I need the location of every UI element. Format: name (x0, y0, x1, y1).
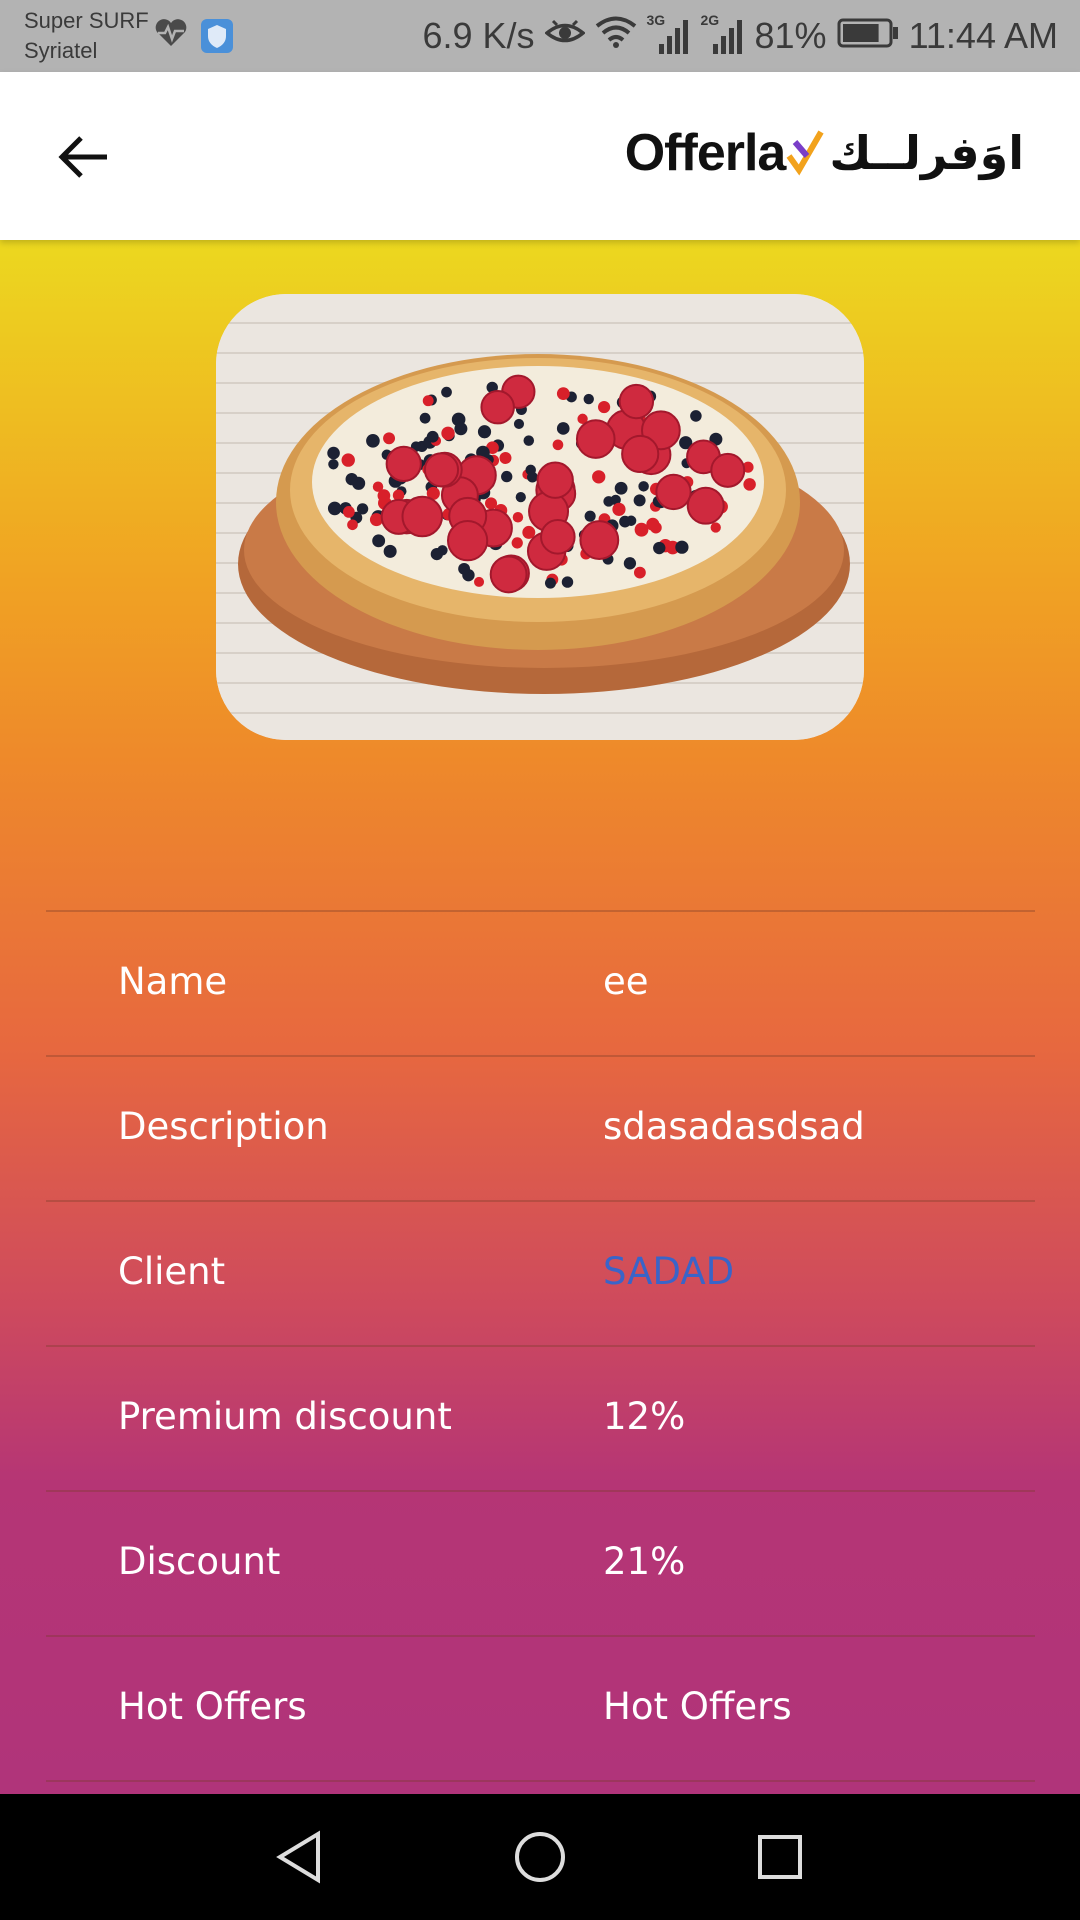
name-label: Name (118, 960, 228, 1003)
carrier-name: Super SURF (24, 8, 149, 33)
carrier-info: Super SURF Syriatel (24, 6, 149, 66)
status-bar: Super SURF Syriatel 6.9 K/s 3G 2G 81% 11… (0, 0, 1080, 72)
client-link[interactable]: SADAD (603, 1250, 734, 1293)
detail-row-premium-discount: Premium discount 12% (46, 1345, 1035, 1490)
battery-icon (837, 15, 899, 57)
net-speed: 6.9 K/s (422, 15, 535, 56)
offer-detail-content: Name ee Description sdasadasdsad Client … (0, 240, 1080, 1794)
description-label: Description (118, 1105, 329, 1148)
premium-discount-value: 12% (603, 1395, 686, 1438)
arrow-left-icon (58, 136, 107, 178)
home-circle-icon (515, 1832, 565, 1882)
discount-value: 21% (603, 1540, 686, 1583)
description-value: sdasadasdsad (603, 1105, 865, 1148)
discount-label: Discount (118, 1540, 281, 1583)
name-value: ee (603, 960, 649, 1003)
nav-back-button[interactable] (264, 1822, 334, 1892)
status-indicators: 6.9 K/s 3G 2G 81% 11:44 AM (412, 0, 1058, 72)
hot-offers-label: Hot Offers (118, 1685, 307, 1728)
app-bar: Offerla اوَفرلــك (0, 72, 1080, 240)
premium-discount-label: Premium discount (118, 1395, 452, 1438)
offer-details-list: Name ee Description sdasadasdsad Client … (46, 910, 1035, 1782)
nav-home-button[interactable] (505, 1822, 575, 1892)
logo-arabic-text: اوَفرلــك (829, 126, 1024, 180)
product-image (216, 294, 864, 740)
system-nav-bar (0, 1794, 1080, 1920)
signal-3g-label: 3G (646, 12, 666, 28)
heart-monitor-icon (154, 18, 188, 52)
nav-recents-button[interactable] (745, 1822, 815, 1892)
eye-icon (543, 15, 586, 57)
carrier-operator: Syriatel (24, 38, 98, 63)
detail-row-client: Client SADAD (46, 1200, 1035, 1345)
signal-2g: 2G (701, 12, 745, 56)
back-button[interactable] (48, 122, 118, 192)
detail-row-hot-offers: Hot Offers Hot Offers (46, 1635, 1035, 1782)
recents-square-icon (758, 1835, 802, 1879)
hot-offers-value: Hot Offers (603, 1685, 792, 1728)
signal-2g-label: 2G (700, 12, 720, 28)
clock: 11:44 AM (908, 15, 1058, 56)
shield-icon (200, 18, 234, 58)
detail-row-name: Name ee (46, 910, 1035, 1055)
app-logo: Offerla اوَفرلــك (625, 118, 1024, 188)
wifi-icon (595, 15, 637, 57)
back-triangle-icon (276, 1830, 320, 1884)
client-label: Client (118, 1250, 226, 1293)
logo-checkmark-icon (786, 130, 824, 176)
logo-latin-text: Offerla (624, 124, 787, 182)
signal-3g: 3G (647, 12, 691, 56)
detail-row-discount: Discount 21% (46, 1490, 1035, 1635)
detail-row-description: Description sdasadasdsad (46, 1055, 1035, 1200)
battery-percent: 81% (754, 15, 827, 56)
